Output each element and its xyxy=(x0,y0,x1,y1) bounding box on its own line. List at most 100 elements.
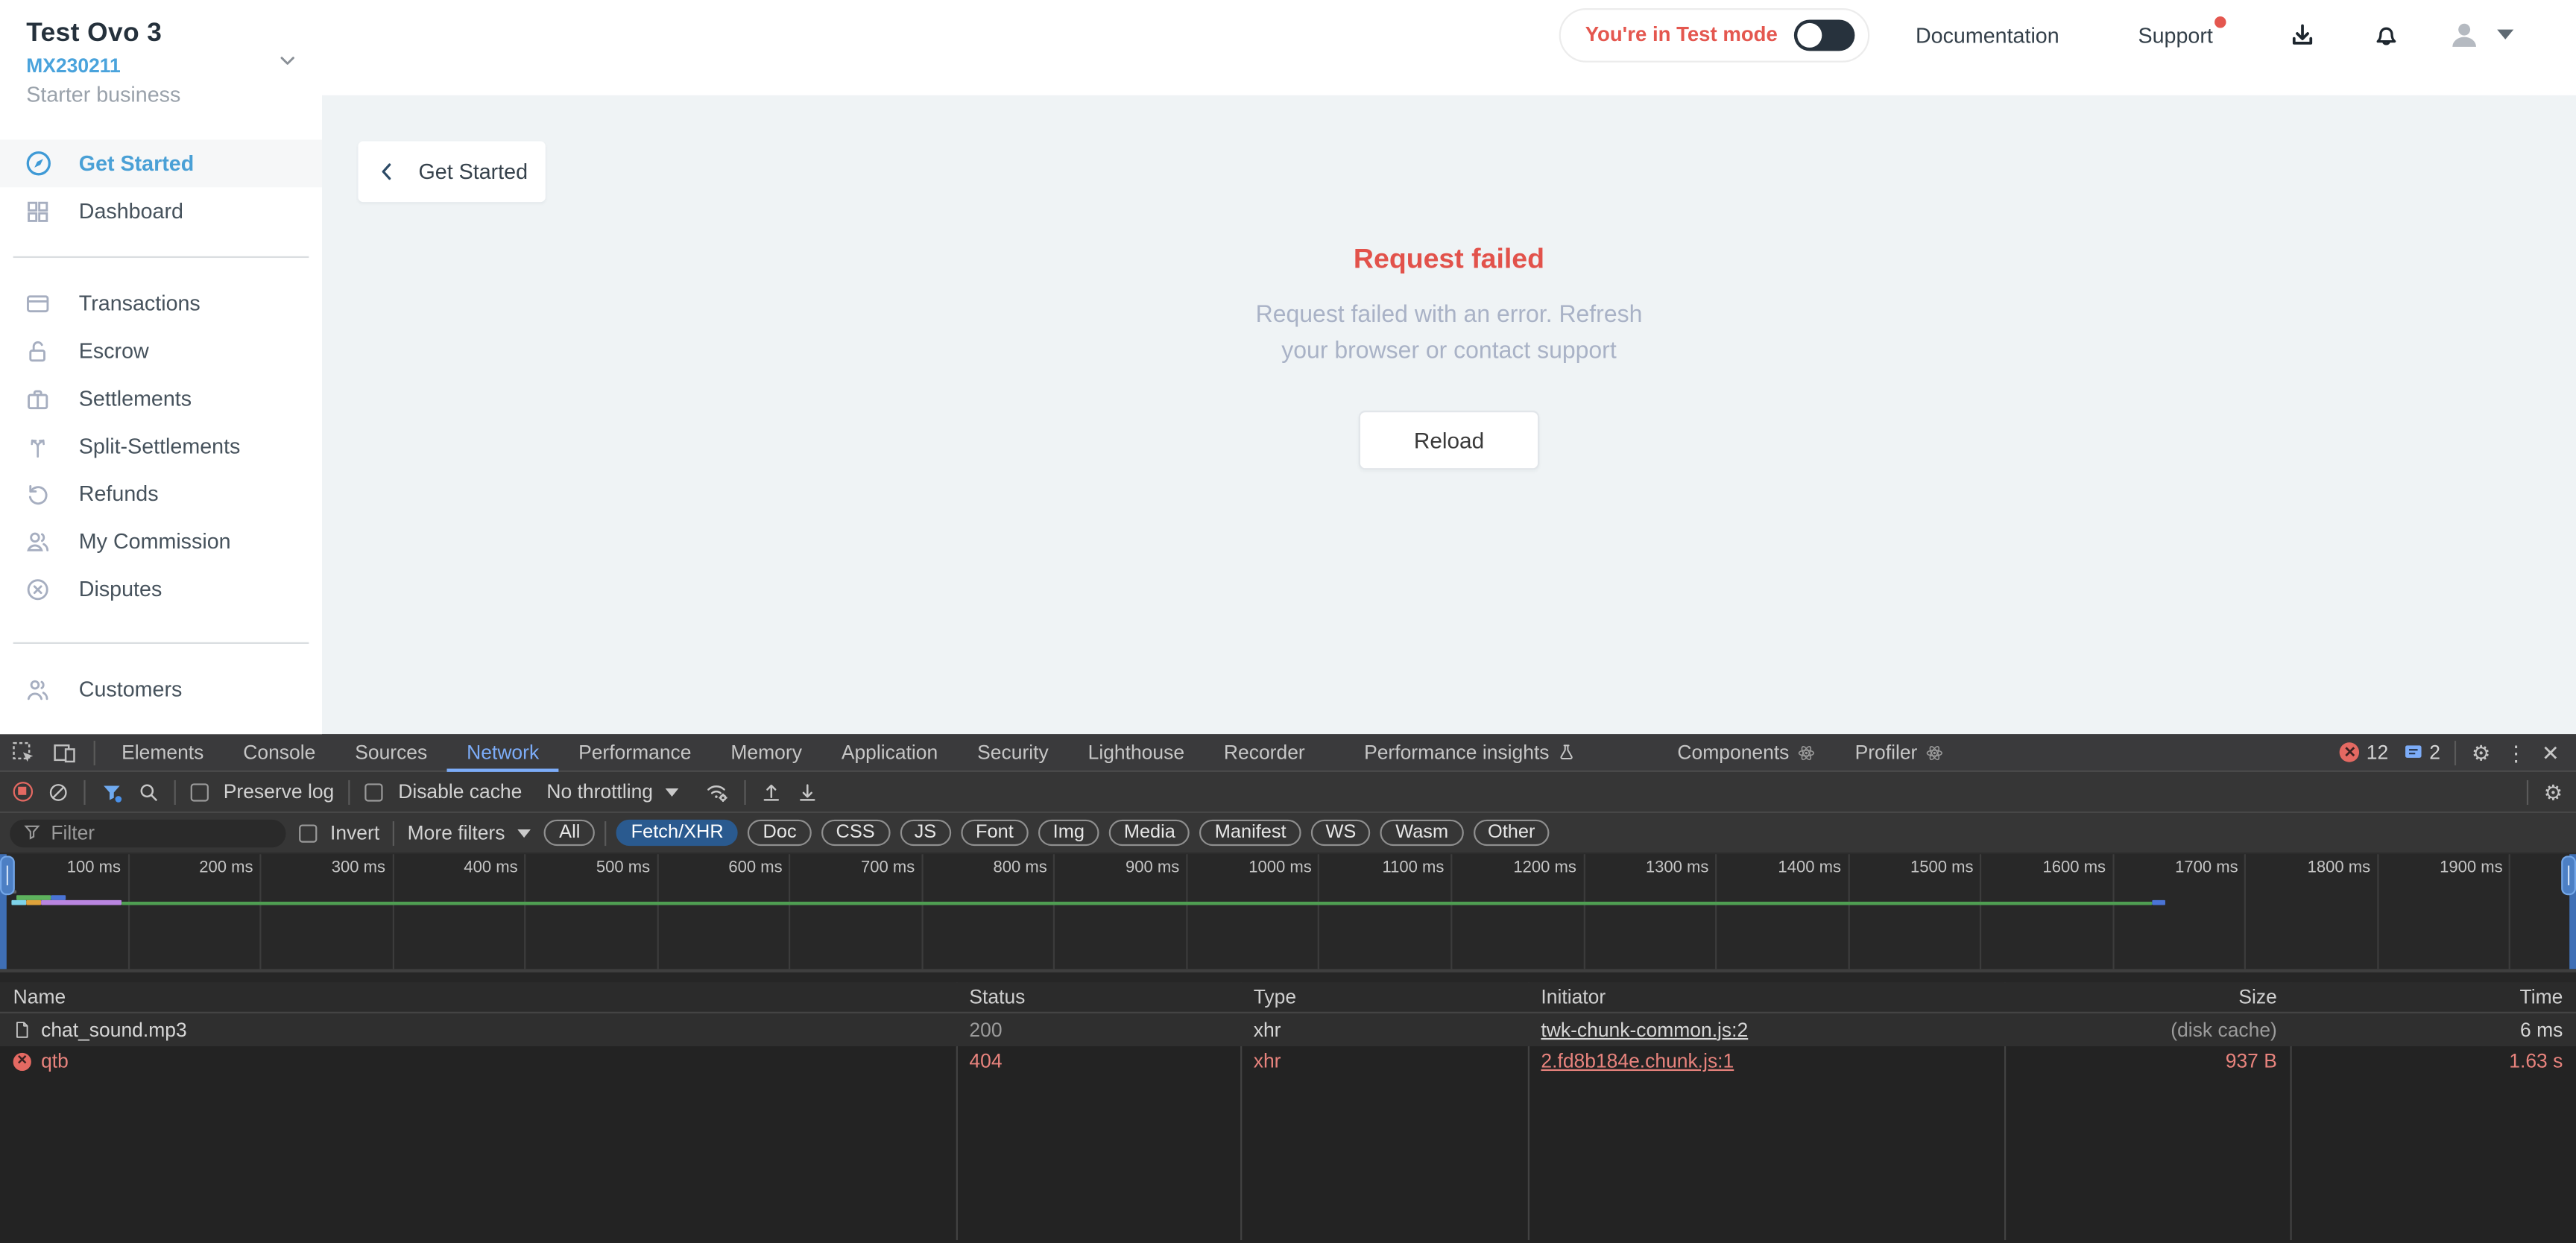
overview-left-handle[interactable] xyxy=(0,854,7,969)
overview-right-handle[interactable] xyxy=(2569,854,2576,969)
request-name-cell[interactable]: chat_sound.mp3 xyxy=(0,1018,956,1041)
column-header-type[interactable]: Type xyxy=(1240,985,1528,1008)
column-header-size[interactable]: Size xyxy=(2004,985,2291,1008)
timeline-tick-label: 1700 ms xyxy=(2123,859,2238,877)
sidebar-item-get-started[interactable]: Get Started xyxy=(0,139,322,187)
sidebar-item-refunds[interactable]: Refunds xyxy=(0,469,322,517)
network-conditions-icon[interactable] xyxy=(704,780,730,803)
tab-sources[interactable]: Sources xyxy=(335,733,447,771)
filter-pill-fetch-xhr[interactable]: Fetch/XHR xyxy=(616,820,739,846)
filter-pill-all[interactable]: All xyxy=(544,820,595,846)
error-count: 12 xyxy=(2367,741,2388,764)
dropdown-arrow-icon xyxy=(666,788,680,796)
filter-input[interactable] xyxy=(10,819,285,847)
close-devtools-icon[interactable]: ✕ xyxy=(2542,741,2560,763)
chevron-down-icon[interactable] xyxy=(276,49,299,72)
documentation-link[interactable]: Documentation xyxy=(1916,22,2059,47)
device-toolbar-icon[interactable] xyxy=(53,740,78,765)
filter-pill-doc[interactable]: Doc xyxy=(748,820,812,846)
tab-profiler[interactable]: Profiler xyxy=(1835,733,1963,771)
tab-performance-insights[interactable]: Performance insights xyxy=(1345,733,1596,771)
import-har-icon[interactable] xyxy=(761,781,783,803)
export-har-icon[interactable] xyxy=(798,781,819,803)
table-row[interactable]: ✕qtb404xhr2.fd8b184e.chunk.js:1937 B1.63… xyxy=(0,1046,2576,1078)
sidebar-item-transactions[interactable]: Transactions xyxy=(0,279,322,327)
sidebar-item-disputes[interactable]: Disputes xyxy=(0,565,322,613)
sidebar-item-label: My Commission xyxy=(79,529,231,554)
overview-right-grip[interactable] xyxy=(2561,855,2576,895)
tab-network[interactable]: Network xyxy=(447,733,559,771)
filter-funnel-icon[interactable] xyxy=(100,781,123,803)
sidebar-item-label: Split-Settlements xyxy=(79,434,241,458)
tab-lighthouse[interactable]: Lighthouse xyxy=(1068,733,1204,771)
column-header-name[interactable]: Name xyxy=(0,985,956,1008)
filter-pill-ws[interactable]: WS xyxy=(1311,820,1371,846)
filter-pill-manifest[interactable]: Manifest xyxy=(1200,820,1301,846)
disable-cache-checkbox[interactable] xyxy=(365,782,383,800)
tab-label: Lighthouse xyxy=(1088,741,1184,764)
account-menu[interactable] xyxy=(2446,16,2513,52)
sidebar-item-my-commission[interactable]: My Commission xyxy=(0,517,322,565)
sidebar-item-settlements[interactable]: Settlements xyxy=(0,375,322,423)
network-settings-gear-icon[interactable]: ⚙ xyxy=(2544,781,2563,803)
column-header-time[interactable]: Time xyxy=(2290,985,2576,1008)
record-network-log-button[interactable] xyxy=(13,782,33,801)
tab-elements[interactable]: Elements xyxy=(102,733,224,771)
table-row[interactable]: chat_sound.mp3200xhrtwk-chunk-common.js:… xyxy=(0,1013,2576,1046)
filter-pill-js[interactable]: JS xyxy=(900,820,951,846)
tab-console[interactable]: Console xyxy=(224,733,335,771)
console-errors-badge[interactable]: ✕ 12 xyxy=(2340,741,2388,764)
filter-pill-wasm[interactable]: Wasm xyxy=(1380,820,1463,846)
business-switcher[interactable]: Test Ovo 3 MX230211 Starter business xyxy=(0,0,322,107)
column-header-status[interactable]: Status xyxy=(956,985,1240,1008)
sidebar-item-escrow[interactable]: Escrow xyxy=(0,327,322,375)
sidebar-item-label: Transactions xyxy=(79,291,201,315)
timeline-gridline xyxy=(1319,854,1320,969)
overview-left-grip[interactable] xyxy=(0,855,15,895)
test-mode-toggle[interactable] xyxy=(1794,19,1855,50)
more-filters-dropdown[interactable]: More filters xyxy=(408,821,531,844)
filter-pill-img[interactable]: Img xyxy=(1038,820,1099,846)
timeline-gridline xyxy=(1186,854,1187,969)
bell-icon[interactable] xyxy=(2373,21,2400,48)
sidebar-item-split-settlements[interactable]: Split-Settlements xyxy=(0,422,322,469)
business-name: Test Ovo 3 xyxy=(26,19,295,49)
filter-pill-media[interactable]: Media xyxy=(1109,820,1190,846)
request-name-cell[interactable]: ✕qtb xyxy=(0,1050,956,1073)
throttling-dropdown[interactable]: No throttling xyxy=(546,780,679,803)
devtools-tabbar: ElementsConsoleSourcesNetworkPerformance… xyxy=(0,734,2576,772)
search-icon[interactable] xyxy=(138,781,160,803)
timeline-tick-label: 1400 ms xyxy=(1726,859,1841,877)
sidebar-item-dashboard[interactable]: Dashboard xyxy=(0,187,322,235)
filter-pill-css[interactable]: CSS xyxy=(821,820,890,846)
invert-checkbox[interactable] xyxy=(299,823,317,841)
support-link[interactable]: Support xyxy=(2138,22,2213,47)
customers-icon xyxy=(25,675,52,703)
settings-gear-icon[interactable]: ⚙ xyxy=(2472,741,2491,763)
back-get-started-button[interactable]: Get Started xyxy=(358,142,545,203)
size-cell: (disk cache) xyxy=(2004,1018,2291,1041)
devtools-tabs: ElementsConsoleSourcesNetworkPerformance… xyxy=(102,734,1963,770)
filter-pill-font[interactable]: Font xyxy=(961,820,1028,846)
tab-recorder[interactable]: Recorder xyxy=(1204,733,1325,771)
initiator-link[interactable]: twk-chunk-common.js:2 xyxy=(1541,1018,1748,1041)
column-header-initiator[interactable]: Initiator xyxy=(1528,985,2004,1008)
initiator-link[interactable]: 2.fd8b184e.chunk.js:1 xyxy=(1541,1050,1734,1073)
clear-network-log-icon[interactable] xyxy=(48,781,69,803)
kebab-menu-icon[interactable]: ⋮ xyxy=(2505,741,2527,763)
caret-down-icon xyxy=(2497,30,2513,39)
tab-label: Elements xyxy=(121,741,203,764)
undo-icon xyxy=(25,480,52,507)
inspect-element-icon[interactable] xyxy=(11,740,36,765)
tab-security[interactable]: Security xyxy=(958,733,1068,771)
sidebar-item-customers[interactable]: Customers xyxy=(0,665,322,713)
reload-button[interactable]: Reload xyxy=(1359,411,1539,469)
tab-memory[interactable]: Memory xyxy=(711,733,821,771)
preserve-log-checkbox[interactable] xyxy=(191,782,209,800)
issues-badge[interactable]: 2 xyxy=(2403,741,2440,764)
tab-performance[interactable]: Performance xyxy=(559,733,711,771)
filter-pill-other[interactable]: Other xyxy=(1473,820,1550,846)
tab-application[interactable]: Application xyxy=(821,733,957,771)
tab-components[interactable]: Components xyxy=(1658,733,1835,771)
download-icon[interactable] xyxy=(2288,21,2316,48)
